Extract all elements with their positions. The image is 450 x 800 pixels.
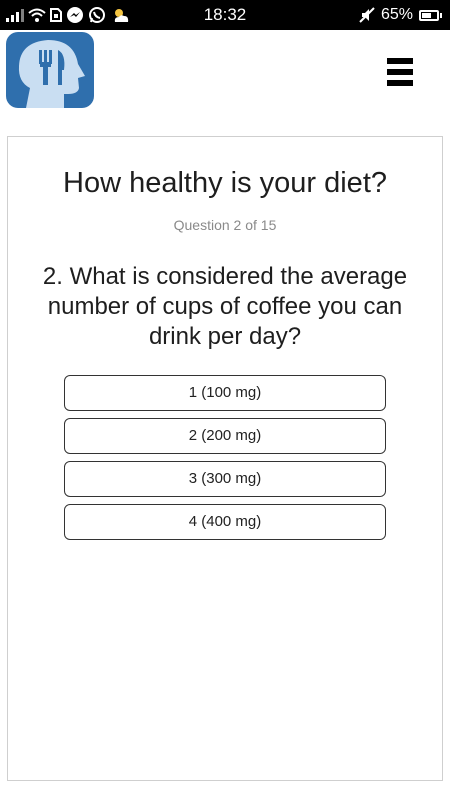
head-fork-knife-logo[interactable] bbox=[6, 32, 94, 108]
battery-percent: 65% bbox=[380, 6, 413, 23]
question-progress: Question 2 of 15 bbox=[173, 217, 277, 233]
hamburger-menu-icon[interactable] bbox=[387, 58, 413, 86]
answer-list: 1 (100 mg) 2 (200 mg) 3 (300 mg) 4 (400 … bbox=[64, 375, 386, 547]
answer-option-1[interactable]: 1 (100 mg) bbox=[64, 375, 386, 411]
answer-option-3[interactable]: 3 (300 mg) bbox=[64, 461, 386, 497]
mute-icon bbox=[359, 7, 375, 23]
answer-option-4[interactable]: 4 (400 mg) bbox=[64, 504, 386, 540]
quiz-card: How healthy is your diet? Question 2 of … bbox=[7, 136, 443, 781]
question-text: 2. What is considered the average number… bbox=[42, 263, 408, 350]
status-icons-right: 65% bbox=[359, 0, 442, 30]
battery-icon bbox=[419, 9, 442, 21]
quiz-title: How healthy is your diet? bbox=[63, 167, 387, 199]
answer-option-2[interactable]: 2 (200 mg) bbox=[64, 418, 386, 454]
app-header bbox=[0, 30, 450, 116]
status-bar: 18:32 65% bbox=[0, 0, 450, 30]
